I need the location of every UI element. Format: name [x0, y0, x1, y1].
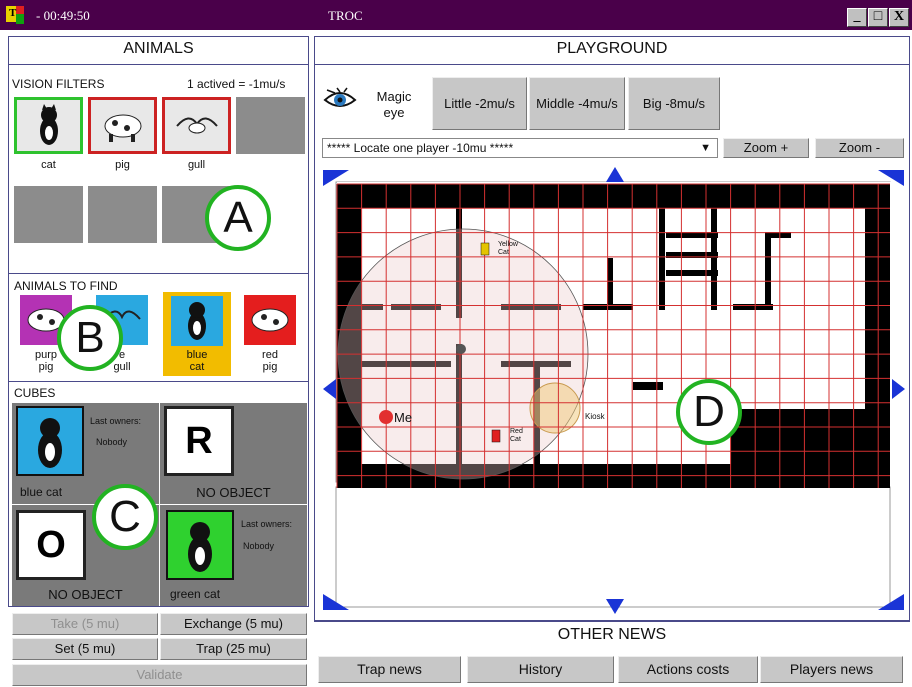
- playground-header: PLAYGROUND: [556, 40, 668, 57]
- cube-letter-r: R: [185, 419, 213, 462]
- cube-green-cat: [166, 510, 234, 580]
- find-blue-cat: [171, 296, 223, 346]
- cube3-label: NO OBJECT: [48, 587, 123, 602]
- zoom-out-button[interactable]: Zoom -: [815, 138, 904, 158]
- player-marker: [456, 344, 466, 354]
- kiosk-zone: [529, 382, 581, 434]
- cube-card-r: R: [164, 406, 234, 476]
- divider: [314, 64, 910, 65]
- pig-icon: [104, 114, 141, 142]
- middle-eye-button[interactable]: Middle -4mu/s: [529, 77, 625, 130]
- callout-b: B: [57, 305, 123, 371]
- cat-icon: [188, 522, 212, 572]
- app-logo-icon: T: [6, 6, 24, 24]
- locate-player-value: ***** Locate one player -10mu *****: [327, 141, 514, 155]
- vision-filter-gull[interactable]: [162, 97, 231, 154]
- other-news-header: OTHER NEWS: [557, 626, 667, 643]
- red-cat-marker: [491, 429, 501, 443]
- elapsed-time: - 00:49:50: [36, 8, 90, 23]
- find-label-red-pig: red pig: [262, 349, 278, 373]
- filter-label-cat: cat: [41, 159, 56, 171]
- me-marker: [379, 410, 393, 424]
- cube2-label: NO OBJECT: [196, 485, 271, 500]
- tab-actions-costs[interactable]: Actions costs: [618, 656, 758, 683]
- tab-history[interactable]: History: [467, 656, 614, 683]
- callout-c: C: [92, 484, 158, 550]
- cubes-title: CUBES: [14, 386, 56, 400]
- minimize-button[interactable]: _: [847, 8, 867, 27]
- kiosk-label: Kiosk: [585, 412, 605, 421]
- cube1-owners: Nobody: [96, 437, 128, 447]
- window-title: TROC: [328, 8, 363, 23]
- animals-to-find-title: ANIMALS TO FIND: [14, 279, 118, 293]
- callout-a: A: [205, 185, 271, 251]
- cube-blue-cat: [16, 406, 84, 476]
- vision-filter-cat[interactable]: [14, 97, 83, 154]
- callout-d: D: [676, 379, 742, 445]
- arrow-up-icon[interactable]: [606, 167, 624, 182]
- arrow-left-icon[interactable]: [323, 379, 336, 399]
- cube4-owners: Nobody: [243, 541, 275, 551]
- me-label: Me: [394, 410, 413, 425]
- cat-icon: [39, 103, 58, 145]
- cat-icon: [188, 302, 206, 340]
- cube1-owners-label: Last owners:: [90, 416, 142, 426]
- vision-filter-empty[interactable]: [88, 186, 157, 243]
- set-button[interactable]: Set (5 mu): [12, 638, 158, 660]
- filter-label-gull: gull: [187, 159, 206, 171]
- maximize-button[interactable]: □: [868, 8, 888, 27]
- vision-filters-status: 1 actived = -1mu/s: [187, 77, 286, 91]
- logo-letter: T: [9, 7, 17, 19]
- zoom-in-button[interactable]: Zoom +: [723, 138, 809, 158]
- locate-player-select[interactable]: ***** Locate one player -10mu ***** ▼: [322, 138, 718, 158]
- animals-header: ANIMALS: [123, 40, 194, 57]
- close-button[interactable]: X: [889, 8, 909, 27]
- pig-icon: [251, 308, 289, 332]
- magic-eye-label: Magic eye: [376, 89, 412, 120]
- vision-filter-pig[interactable]: [88, 97, 157, 154]
- filter-label-pig: pig: [115, 159, 130, 171]
- tab-trap-news[interactable]: Trap news: [318, 656, 461, 683]
- vision-filter-empty[interactable]: [14, 186, 83, 243]
- tab-players-news[interactable]: Players news: [760, 656, 903, 683]
- playground-map[interactable]: [316, 164, 910, 620]
- red-cat-label: Red Cat: [510, 428, 523, 443]
- window-titlebar: T - 00:49:50 TROC _ □ X: [0, 0, 912, 30]
- exchange-button[interactable]: Exchange (5 mu): [160, 613, 307, 635]
- divider: [8, 64, 309, 65]
- eye-icon: [323, 82, 357, 123]
- cat-icon: [38, 418, 62, 468]
- cube4-owners-label: Last owners:: [241, 519, 293, 529]
- find-label-blue-cat: blue cat: [186, 349, 208, 373]
- divider: [8, 273, 309, 274]
- arrow-right-icon[interactable]: [892, 379, 905, 399]
- cube1-label: blue cat: [20, 485, 63, 499]
- find-red-pig: [244, 295, 296, 345]
- little-eye-button[interactable]: Little -2mu/s: [432, 77, 527, 130]
- validate-button[interactable]: Validate: [12, 664, 307, 686]
- chevron-down-icon: ▼: [700, 142, 711, 154]
- cube-letter-o: O: [36, 523, 66, 566]
- yellow-cat-label: Yellow Cat: [498, 241, 518, 256]
- yellow-cat-marker: [480, 242, 490, 256]
- big-eye-button[interactable]: Big -8mu/s: [628, 77, 720, 130]
- divider: [8, 381, 309, 382]
- cube4-label: green cat: [170, 587, 221, 601]
- vision-filters-title: VISION FILTERS: [12, 77, 105, 91]
- trap-button[interactable]: Trap (25 mu): [160, 638, 307, 660]
- divider: [314, 621, 910, 622]
- vision-filter-empty[interactable]: [236, 97, 305, 154]
- gull-icon: [175, 117, 218, 133]
- cube-card-o: O: [16, 510, 86, 580]
- take-button[interactable]: Take (5 mu): [12, 613, 158, 635]
